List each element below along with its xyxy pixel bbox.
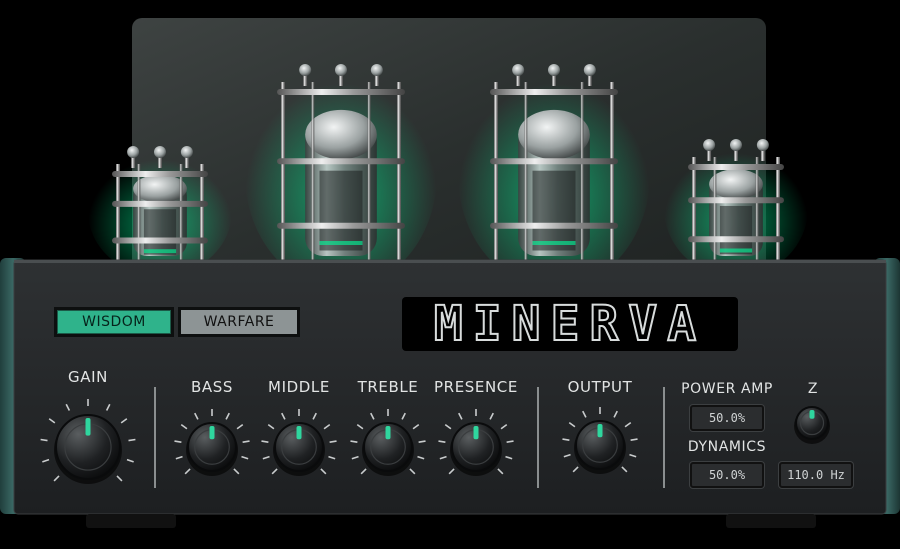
cage-post <box>610 82 614 260</box>
presence-label: PRESENCE <box>434 378 518 396</box>
knob-tick <box>438 440 446 443</box>
knob-tick <box>128 438 136 442</box>
cage-screw <box>730 139 742 151</box>
cage-screw <box>756 139 769 151</box>
large-tube-left <box>245 60 437 289</box>
cage-post <box>137 164 141 260</box>
cage-screw <box>512 64 525 76</box>
knob-tick <box>506 440 514 443</box>
cage-screw <box>370 64 383 76</box>
panel-top-edge <box>14 260 886 263</box>
tube-filament <box>719 248 753 253</box>
knob-tick <box>174 440 182 443</box>
knob-indicator <box>209 426 215 440</box>
cage-post <box>755 157 759 260</box>
cage-post <box>116 164 120 260</box>
cage-post <box>200 164 204 260</box>
tube-dome <box>305 109 377 160</box>
dynamics-label: DYNAMICS <box>687 439 767 455</box>
cage-ring <box>112 200 208 207</box>
middle-label: MIDDLE <box>268 378 330 396</box>
knob-tick <box>562 438 570 441</box>
cage-ring <box>277 89 405 95</box>
wisdom-mode-button[interactable]: WISDOM <box>54 307 174 337</box>
dynamics-readout[interactable]: 50.0% <box>690 462 764 488</box>
large-tube-right <box>458 60 650 289</box>
cage-ring <box>112 171 208 177</box>
cage-screw <box>127 146 140 158</box>
small-tube-right <box>664 139 808 278</box>
small-tube-left <box>88 146 232 277</box>
cage-post <box>580 82 584 260</box>
cage-ring <box>490 89 618 95</box>
knob-tick <box>242 440 250 443</box>
cage-screw <box>548 64 560 76</box>
cage-screw <box>180 146 193 158</box>
tube-plate <box>719 205 753 255</box>
knob-indicator <box>473 426 479 440</box>
cage-post <box>524 82 528 260</box>
z-knob[interactable] <box>794 406 830 444</box>
tube-filament <box>143 249 177 254</box>
cage-post <box>179 164 183 260</box>
cage-ring <box>490 158 618 165</box>
knob-indicator <box>385 426 391 440</box>
knob-tick <box>40 438 48 442</box>
cage-ring <box>688 236 784 243</box>
knob-indicator <box>85 418 91 436</box>
z-label: Z <box>807 381 819 397</box>
left-foot <box>86 514 176 528</box>
cage-post <box>494 82 498 260</box>
z-frequency-readout[interactable]: 110.0 Hz <box>779 462 853 488</box>
output-label: OUTPUT <box>567 378 633 396</box>
cage-ring <box>277 158 405 165</box>
knob-tick <box>329 440 337 443</box>
cage-ring <box>490 222 618 229</box>
cage-ring <box>688 164 784 170</box>
tube-filament <box>319 241 363 245</box>
back-plate <box>132 18 766 288</box>
cage-screw <box>583 64 596 76</box>
cage-ring <box>112 237 208 244</box>
cage-post <box>367 82 371 260</box>
treble-label: TREBLE <box>357 378 419 396</box>
cage-ring <box>277 222 405 229</box>
knob-indicator <box>296 426 302 440</box>
knob-tick <box>261 440 269 443</box>
amp-illustration <box>0 18 900 528</box>
knob-tick <box>630 438 638 441</box>
tube-plate <box>532 170 576 251</box>
cage-post <box>692 157 696 260</box>
cage-screw <box>335 64 347 76</box>
tube-filament <box>532 241 576 245</box>
gain-label: GAIN <box>68 368 108 386</box>
tube-dome <box>709 169 763 200</box>
tube-plate <box>143 209 177 255</box>
cage-screw <box>299 64 312 76</box>
cage-screw <box>703 139 716 151</box>
power-amp-readout[interactable]: 50.0% <box>690 405 764 431</box>
warfare-mode-button[interactable]: WARFARE <box>178 307 300 337</box>
tube-plate <box>319 170 363 251</box>
knob-tick <box>418 440 426 443</box>
right-foot <box>726 514 816 528</box>
cage-ring <box>688 197 784 204</box>
tube-dome <box>518 109 590 160</box>
cage-post <box>281 82 285 260</box>
bass-label: BASS <box>191 378 233 396</box>
cage-screw <box>154 146 166 158</box>
cage-post <box>776 157 780 260</box>
knob-tick <box>350 440 358 443</box>
minerva-logo: MINERVA <box>402 295 738 353</box>
power-amp-label: POWER AMP <box>681 381 773 397</box>
knob-indicator <box>809 410 815 419</box>
cage-post <box>713 157 717 260</box>
knob-indicator <box>597 424 603 438</box>
cage-post <box>311 82 315 260</box>
tube-dome <box>133 174 187 203</box>
cage-post <box>397 82 401 260</box>
